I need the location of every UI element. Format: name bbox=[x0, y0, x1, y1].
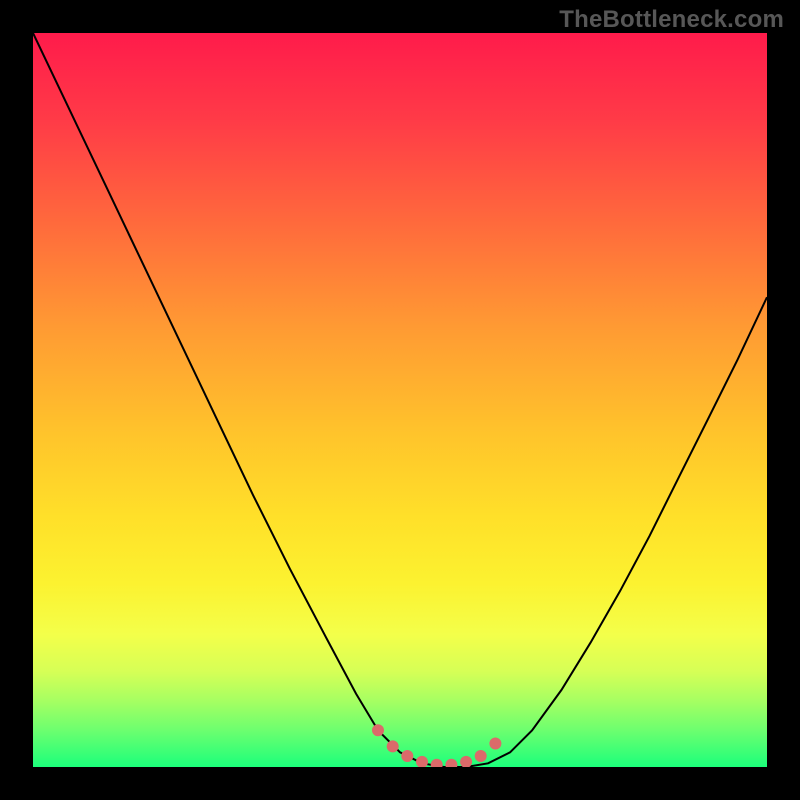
plot-area bbox=[33, 33, 767, 767]
trough-marker-dot bbox=[401, 750, 413, 762]
trough-marker-dot bbox=[416, 756, 428, 767]
chart-frame: TheBottleneck.com bbox=[0, 0, 800, 800]
trough-marker-group bbox=[372, 724, 501, 767]
trough-marker-dot bbox=[372, 724, 384, 736]
chart-svg bbox=[33, 33, 767, 767]
bottleneck-curve-path bbox=[33, 33, 767, 767]
trough-marker-dot bbox=[475, 750, 487, 762]
trough-marker-dot bbox=[387, 740, 399, 752]
trough-marker-dot bbox=[460, 756, 472, 767]
trough-marker-dot bbox=[431, 759, 443, 767]
trough-marker-dot bbox=[445, 759, 457, 767]
trough-marker-dot bbox=[489, 738, 501, 750]
watermark-text: TheBottleneck.com bbox=[559, 6, 784, 34]
